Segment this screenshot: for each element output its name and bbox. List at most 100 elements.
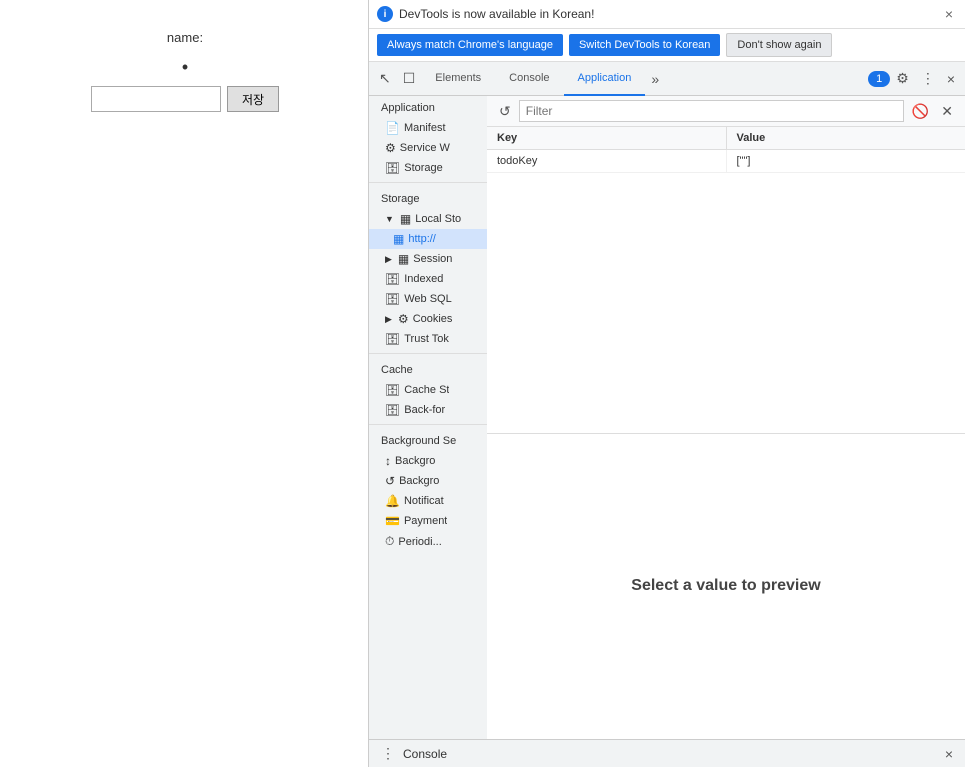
menu-icon: ⋮ (921, 70, 935, 86)
http-icon: ▦ (393, 232, 404, 246)
cursor-icon: ↖ (379, 70, 391, 86)
sidebar-item-cookies[interactable]: ▶ ⚙ Cookies (369, 309, 487, 329)
filter-x-button[interactable]: ✕ (937, 101, 957, 122)
sidebar-item-back-forward[interactable]: 🗄 Back-for (369, 400, 487, 420)
indexed-db-label: Indexed (404, 273, 443, 285)
switch-korean-button[interactable]: Switch DevTools to Korean (569, 34, 720, 56)
filter-refresh-button[interactable]: ↺ (495, 101, 515, 122)
notification-button[interactable]: 1 (868, 71, 890, 87)
bottom-menu-button[interactable]: ⋮ (377, 743, 399, 764)
filter-input[interactable] (519, 100, 904, 122)
indexed-db-icon: 🗄 (385, 272, 400, 286)
device-icon: ☐ (403, 70, 416, 86)
device-icon-button[interactable]: ☐ (397, 66, 422, 91)
background-fetch-label: Backgro (395, 455, 435, 467)
name-row: name: (167, 30, 203, 45)
settings-button[interactable]: ⚙ (890, 66, 915, 91)
sidebar-item-background-sync[interactable]: ↺ Backgro (369, 471, 487, 491)
tab-console[interactable]: Console (495, 62, 563, 96)
notifications-label: Notificat (404, 495, 444, 507)
filter-block-icon: 🚫 (912, 103, 929, 119)
section-storage: Storage (369, 187, 487, 209)
background-sync-icon: ↺ (385, 474, 395, 488)
devtools-close-button[interactable]: × (941, 67, 961, 91)
sidebar-item-payment-handler[interactable]: 💳 Payment (369, 511, 487, 531)
data-table: Key Value todoKey [""] (487, 127, 965, 433)
section-application: Application (369, 96, 487, 118)
preview-area: Select a value to preview (487, 433, 965, 740)
trust-tokens-label: Trust Tok (404, 333, 449, 345)
payment-handler-icon: 💳 (385, 514, 400, 528)
manifest-icon: 📄 (385, 121, 400, 135)
service-worker-icon: ⚙ (385, 141, 396, 155)
sidebar-item-notifications[interactable]: 🔔 Notificat (369, 491, 487, 511)
cell-value: [""] (727, 150, 965, 172)
http-label: http:// (408, 233, 436, 245)
sidebar-item-trust-tokens[interactable]: 🗄 Trust Tok (369, 329, 487, 349)
back-forward-label: Back-for (404, 404, 445, 416)
info-bar: i DevTools is now available in Korean! × (369, 0, 965, 29)
cell-key: todoKey (487, 150, 727, 172)
close-info-button[interactable]: × (941, 6, 957, 22)
settings-icon: ⚙ (896, 70, 909, 86)
cookies-expand-icon: ▶ (385, 314, 392, 325)
save-button[interactable]: 저장 (227, 86, 279, 112)
sidebar-item-manifest[interactable]: 📄 Manifest (369, 118, 487, 138)
sidebar-item-indexed-db[interactable]: 🗄 Indexed (369, 269, 487, 289)
bottom-close-button[interactable]: × (941, 744, 957, 764)
match-language-button[interactable]: Always match Chrome's language (377, 34, 563, 56)
sidebar-wrapper: Application 📄 Manifest ⚙ Service W 🗄 Sto… (369, 96, 487, 739)
sidebar-item-background-fetch[interactable]: ↕ Backgro (369, 451, 487, 471)
tab-application[interactable]: Application (564, 62, 646, 96)
menu-button[interactable]: ⋮ (915, 66, 941, 91)
local-storage-expand-icon: ▼ (385, 214, 394, 224)
main-content: Application 📄 Manifest ⚙ Service W 🗄 Sto… (369, 96, 965, 739)
table-row[interactable]: todoKey [""] (487, 150, 965, 173)
info-icon: i (377, 6, 393, 22)
tab-elements[interactable]: Elements (421, 62, 495, 96)
cache-storage-label: Cache St (404, 384, 449, 396)
refresh-icon: ↺ (499, 103, 511, 119)
close-icon: × (947, 71, 955, 87)
name-input[interactable] (91, 86, 221, 112)
background-sync-label: Backgro (399, 475, 439, 487)
filter-x-icon: ✕ (941, 103, 953, 119)
section-cache: Cache (369, 358, 487, 380)
storage-main-label: Storage (404, 162, 443, 174)
dont-show-button[interactable]: Don't show again (726, 33, 832, 57)
sidebar-item-local-storage-group[interactable]: ▼ ▦ Local Sto (369, 209, 487, 229)
sidebar: Application 📄 Manifest ⚙ Service W 🗄 Sto… (369, 96, 487, 739)
cookies-label: Cookies (413, 313, 453, 325)
tab-more-button[interactable]: » (645, 67, 665, 91)
divider-1 (369, 182, 487, 183)
name-dot: • (182, 57, 188, 78)
payment-handler-label: Payment (404, 515, 447, 527)
col-key: Key (487, 127, 727, 149)
local-storage-icon: ▦ (400, 212, 411, 226)
right-panel: ↺ 🚫 ✕ Key Value todoKey [""] (487, 96, 965, 739)
notifications-icon: 🔔 (385, 494, 400, 508)
info-message: DevTools is now available in Korean! (399, 7, 594, 21)
sidebar-item-http[interactable]: ▦ http:// (369, 229, 487, 249)
session-label: Session (413, 253, 452, 265)
web-sql-label: Web SQL (404, 293, 452, 305)
sidebar-item-web-sql[interactable]: 🗄 Web SQL (369, 289, 487, 309)
sidebar-item-service-worker[interactable]: ⚙ Service W (369, 138, 487, 158)
info-bar-content: i DevTools is now available in Korean! (377, 6, 594, 22)
sidebar-item-periodic-sync[interactable]: ⏱ Periodi... (369, 531, 487, 552)
webpage-area: name: • 저장 (0, 0, 370, 767)
sidebar-item-session-storage[interactable]: ▶ ▦ Session (369, 249, 487, 269)
sidebar-item-cache-storage[interactable]: 🗄 Cache St (369, 380, 487, 400)
name-label: name: (167, 30, 203, 45)
trust-tokens-icon: 🗄 (385, 332, 400, 346)
buttons-bar: Always match Chrome's language Switch De… (369, 29, 965, 62)
sidebar-item-storage-main[interactable]: 🗄 Storage (369, 158, 487, 178)
session-icon: ▦ (398, 252, 409, 266)
periodic-sync-label: Periodi... (398, 536, 441, 548)
local-storage-label: Local Sto (415, 213, 461, 225)
cursor-icon-button[interactable]: ↖ (373, 66, 397, 91)
tabs-bar: ↖ ☐ Elements Console Application » 1 ⚙ ⋮… (369, 62, 965, 96)
bottom-console-label: Console (403, 747, 447, 761)
web-sql-icon: 🗄 (385, 292, 400, 306)
filter-clear-button[interactable]: 🚫 (908, 101, 933, 122)
